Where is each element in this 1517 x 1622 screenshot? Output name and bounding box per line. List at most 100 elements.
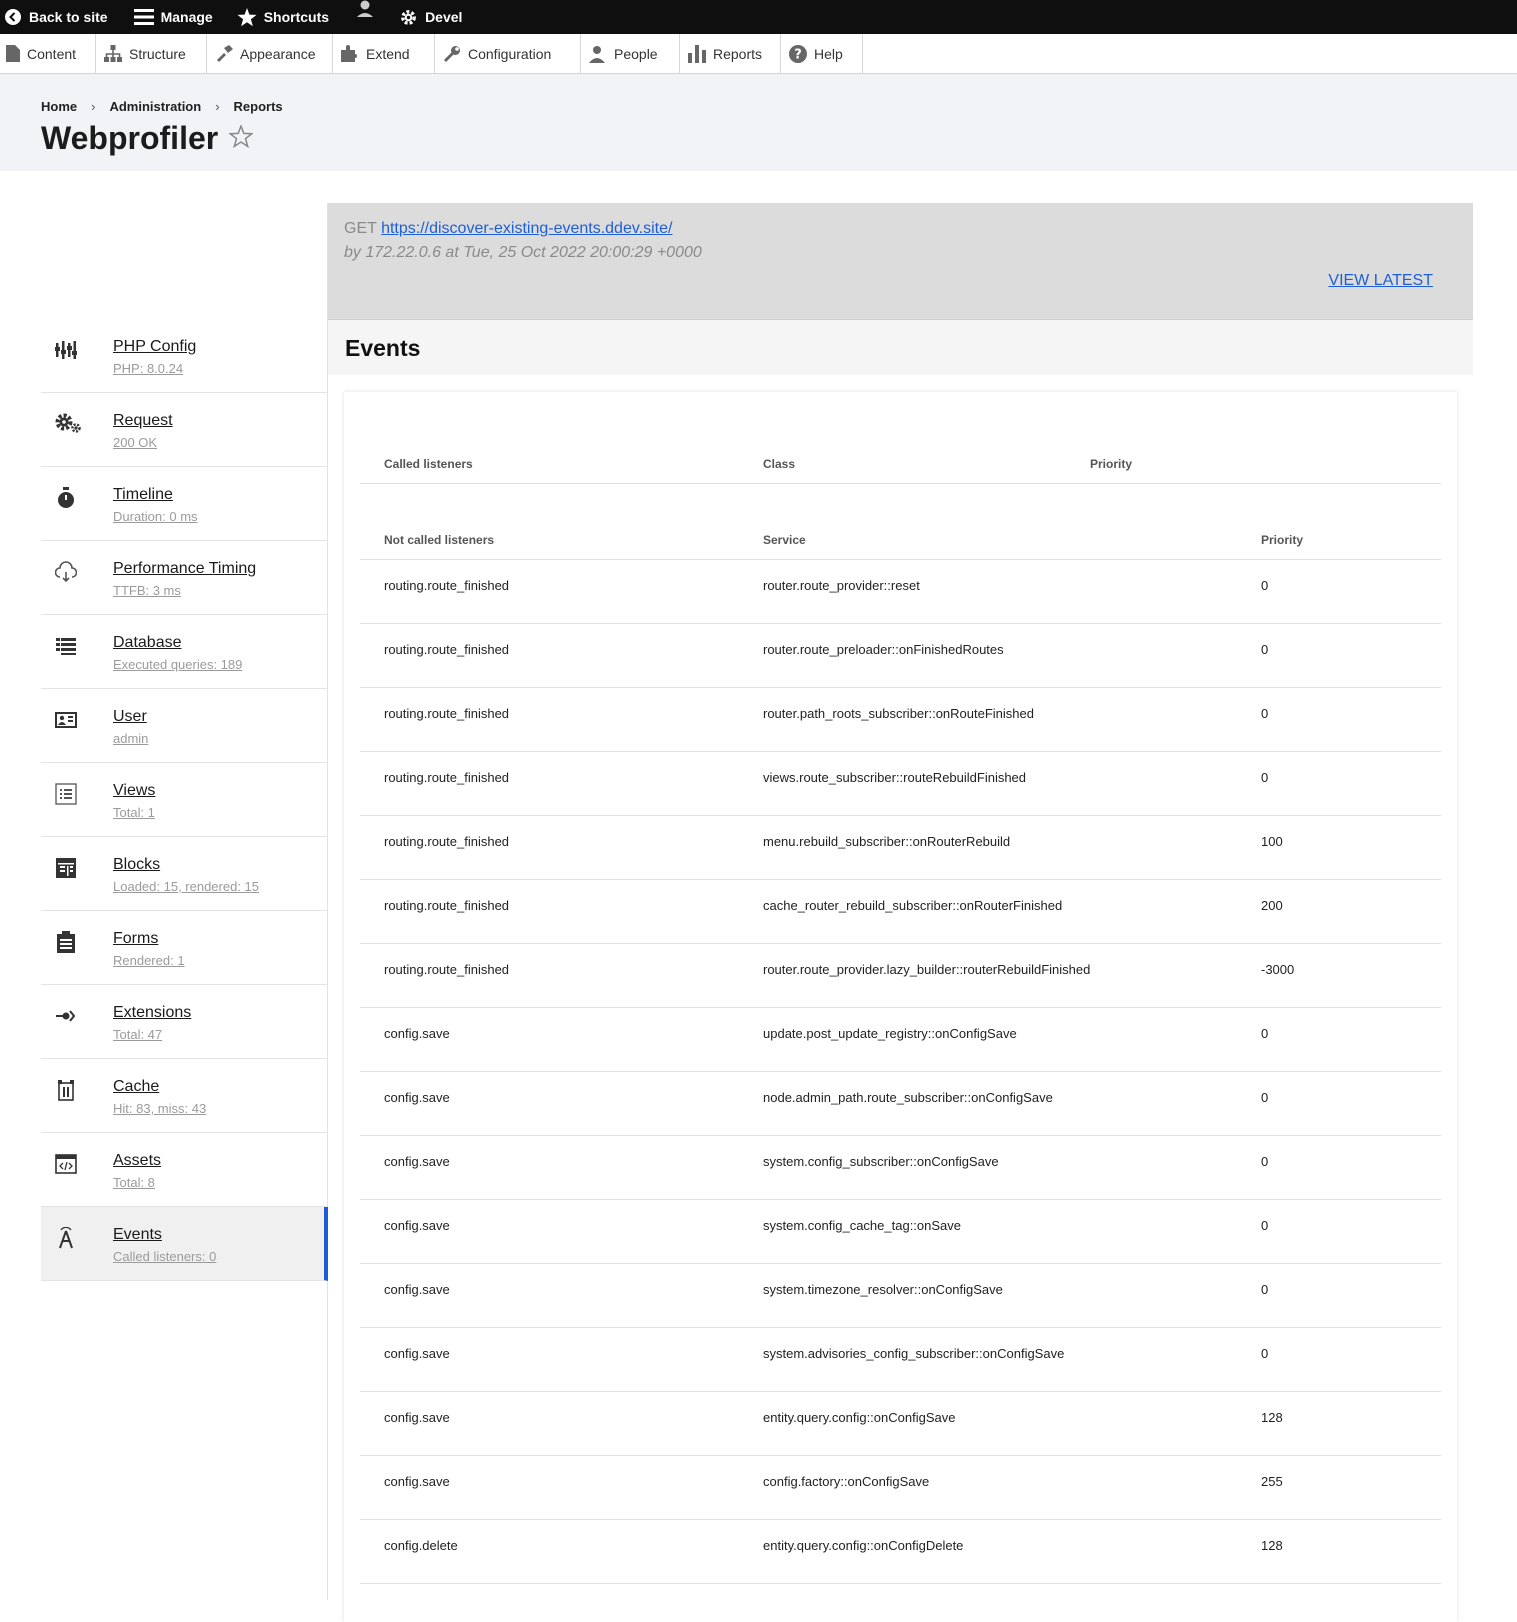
- assets-code-icon: [55, 1154, 77, 1174]
- table-row: routing.route_finished router.route_provi…: [360, 943, 1441, 1008]
- database-icon: [56, 638, 76, 655]
- priority-cell: 0: [1261, 1154, 1269, 1169]
- priority-cell: 200: [1261, 898, 1283, 913]
- shortcuts-menu[interactable]: Shortcuts: [237, 0, 329, 34]
- user-menu[interactable]: [355, 0, 375, 34]
- column-header-class: Class: [763, 457, 796, 471]
- star-outline-icon[interactable]: [229, 125, 253, 148]
- event-name-cell: config.save: [384, 1282, 450, 1297]
- service-cell: router.route_provider::reset: [763, 578, 920, 593]
- manage-label: Manage: [160, 9, 213, 25]
- sidebar-item-title: Database: [113, 634, 182, 651]
- sidebar-item-events[interactable]: Events Called listeners: 0: [41, 1207, 328, 1281]
- priority-cell: 0: [1261, 642, 1269, 657]
- event-name-cell: routing.route_finished: [384, 642, 510, 657]
- event-name-cell: routing.route_finished: [384, 834, 510, 849]
- views-list-icon: [55, 783, 77, 805]
- events-panel: Called listeners Class Priority Not call…: [344, 392, 1457, 1622]
- column-header-priority: Priority: [1090, 457, 1133, 471]
- sidebar-item-user[interactable]: User admin: [41, 689, 328, 763]
- table-row: config.delete entity.query.config::onConf…: [360, 1519, 1441, 1584]
- column-header-service: Service: [763, 533, 806, 547]
- request-url-link[interactable]: https://discover-existing-events.ddev.si…: [381, 220, 672, 237]
- service-cell: system.config_cache_tag::onSave: [763, 1218, 962, 1233]
- breadcrumb-home[interactable]: Home: [41, 99, 77, 114]
- table-row: config.save system.advisories_config_subs…: [360, 1327, 1441, 1392]
- event-name-cell: routing.route_finished: [384, 578, 510, 593]
- sidebar-item-php-config[interactable]: PHP Config PHP: 8.0.24: [41, 319, 328, 393]
- tray-item-structure[interactable]: Structure: [96, 34, 207, 73]
- sidebar-item-timeline[interactable]: Timeline Duration: 0 ms: [41, 467, 328, 541]
- sidebar-item-subtitle: Duration: 0 ms: [113, 509, 198, 524]
- view-latest-link[interactable]: VIEW LATEST: [1328, 272, 1433, 290]
- people-icon: [589, 45, 605, 63]
- manage-menu[interactable]: Manage: [133, 0, 213, 34]
- tray-item-extend[interactable]: Extend: [333, 34, 435, 73]
- event-name-cell: config.delete: [384, 1538, 458, 1553]
- service-cell: update.post_update_registry::onConfigSav…: [763, 1026, 1017, 1041]
- gear-icon: [401, 9, 416, 25]
- sidebar-item-blocks[interactable]: Blocks Loaded: 15, rendered: 15: [41, 837, 328, 911]
- devel-menu[interactable]: Devel: [399, 0, 462, 34]
- column-header-priority: Priority: [1261, 533, 1304, 547]
- tray-item-help[interactable]: ? Help: [781, 34, 863, 73]
- sidebar-item-request[interactable]: Request 200 OK: [41, 393, 328, 467]
- tray-item-appearance[interactable]: Appearance: [207, 34, 333, 73]
- sidebar-item-title: Forms: [113, 930, 159, 947]
- tray-item-reports[interactable]: Reports: [680, 34, 781, 73]
- back-to-site-link[interactable]: Back to site: [4, 0, 108, 34]
- event-name-cell: config.save: [384, 1090, 450, 1105]
- priority-cell: 0: [1261, 1218, 1269, 1233]
- extensions-icon: [56, 1010, 76, 1022]
- request-meta: by 172.22.0.6 at Tue, 25 Oct 2022 20:00:…: [344, 244, 702, 261]
- priority-cell: 128: [1261, 1538, 1283, 1553]
- service-cell: system.timezone_resolver::onConfigSave: [763, 1282, 1003, 1297]
- event-name-cell: config.save: [384, 1026, 450, 1041]
- timer-icon: [58, 487, 74, 508]
- tray-label-configuration: Configuration: [468, 45, 552, 62]
- request-gears-icon: [55, 413, 81, 433]
- sidebar-item-title: Assets: [113, 1152, 162, 1169]
- sidebar-item-subtitle: Total: 8: [113, 1175, 155, 1190]
- called-listeners-header-row: Called listeners Class Priority: [360, 392, 1441, 484]
- configuration-icon: [443, 45, 460, 62]
- table-row: config.save system.config_subscriber::onC…: [360, 1135, 1441, 1200]
- table-row: routing.route_finished router.path_roots_…: [360, 687, 1441, 752]
- blocks-icon: [56, 858, 76, 878]
- events-section-header: Events: [328, 320, 1473, 375]
- breadcrumb-reports[interactable]: Reports: [234, 99, 283, 114]
- column-header-not-called-listeners: Not called listeners: [384, 533, 495, 547]
- service-cell: entity.query.config::onConfigSave: [763, 1410, 956, 1425]
- help-icon: ?: [789, 44, 807, 63]
- service-cell: config.factory::onConfigSave: [763, 1474, 930, 1489]
- service-cell: cache_router_rebuild_subscriber::onRoute…: [763, 898, 1063, 913]
- sidebar-item-cache[interactable]: Cache Hit: 83, miss: 43: [41, 1059, 328, 1133]
- sidebar-item-forms[interactable]: Forms Rendered: 1: [41, 911, 328, 985]
- sidebar-item-views[interactable]: Views Total: 1: [41, 763, 328, 837]
- sidebar-item-extensions[interactable]: Extensions Total: 47: [41, 985, 328, 1059]
- devel-label: Devel: [425, 9, 463, 25]
- tray-label-content: Content: [27, 45, 77, 62]
- sidebar-item-subtitle: admin: [113, 731, 149, 746]
- service-cell: node.admin_path.route_subscriber::onConf…: [763, 1090, 1053, 1105]
- tray-item-content[interactable]: Content: [0, 34, 96, 73]
- table-row: routing.route_finished router.route_provi…: [360, 559, 1441, 624]
- request-method: GET: [344, 220, 377, 237]
- tray-item-configuration[interactable]: Configuration: [435, 34, 581, 73]
- sidebar-item-database[interactable]: Database Executed queries: 189: [41, 615, 328, 689]
- hamburger-icon: [133, 9, 154, 25]
- sidebar-item-subtitle: Called listeners: 0: [113, 1249, 217, 1264]
- sidebar-item-subtitle: Executed queries: 189: [113, 657, 243, 672]
- sidebar-item-performance-timing[interactable]: Performance Timing TTFB: 3 ms: [41, 541, 328, 615]
- event-name-cell: config.save: [384, 1474, 450, 1489]
- tray-label-people: People: [614, 45, 658, 62]
- tray-label-reports: Reports: [713, 45, 763, 62]
- sidebar-item-assets[interactable]: Assets Total: 8: [41, 1133, 328, 1207]
- events-tower-icon: [59, 1227, 73, 1249]
- appearance-icon: [217, 45, 233, 62]
- breadcrumb-administration[interactable]: Administration: [109, 99, 201, 114]
- table-row: routing.route_finished router.route_prelo…: [360, 623, 1441, 688]
- back-to-site-label: Back to site: [29, 9, 108, 25]
- star-filled-icon: [237, 7, 257, 26]
- tray-item-people[interactable]: People: [581, 34, 680, 73]
